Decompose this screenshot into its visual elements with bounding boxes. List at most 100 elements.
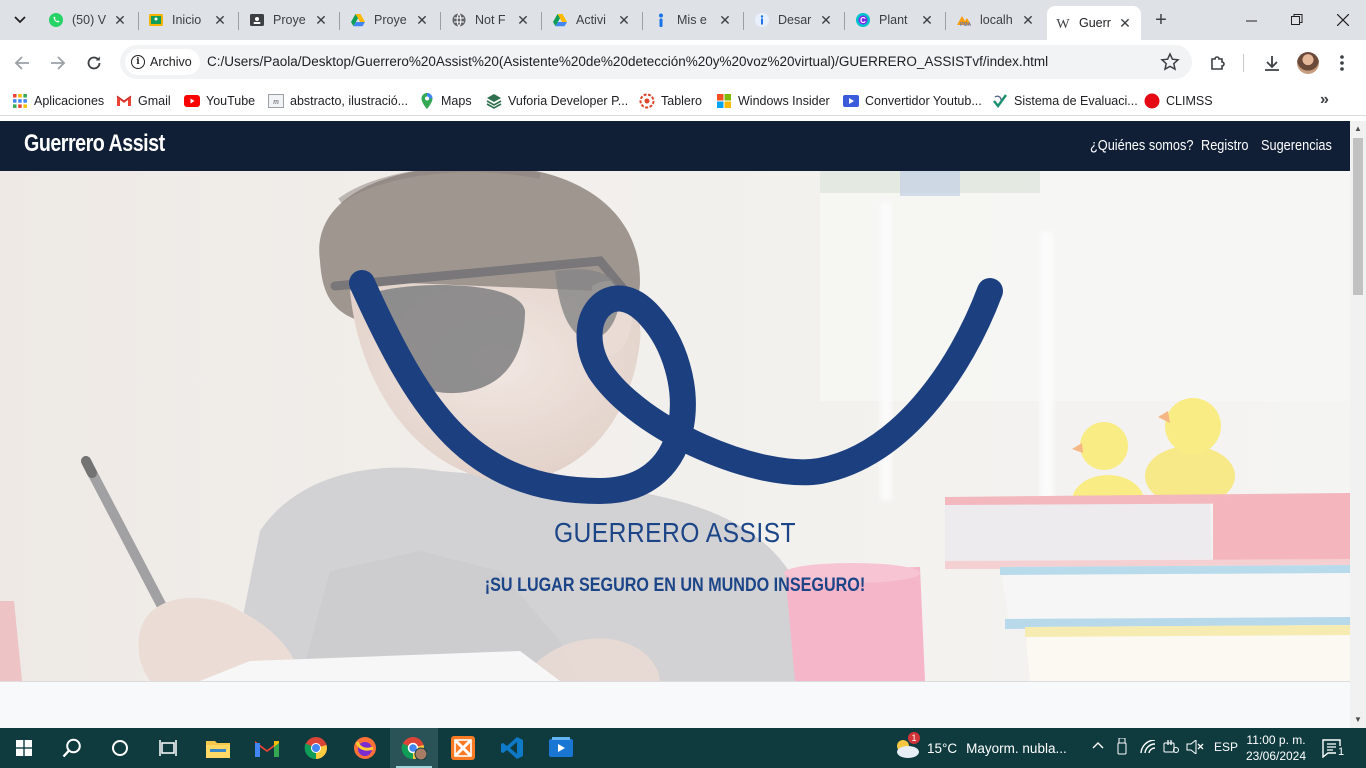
google-drive-icon [552, 12, 568, 28]
tab-actividad[interactable]: Activi ✕ [544, 7, 640, 33]
start-icon [16, 740, 32, 756]
close-tab-icon[interactable]: ✕ [414, 12, 430, 28]
show-hidden-icons-button[interactable] [1092, 738, 1104, 752]
speaker-icon[interactable] [1186, 738, 1204, 757]
task-view-button[interactable] [144, 728, 192, 768]
tab-whatsapp[interactable]: (50) V ✕ [40, 7, 136, 33]
windows-taskbar: 1 15°C Mayorm. nubla... ESP 11:00 p. m. … [0, 728, 1366, 768]
extensions-button[interactable] [1207, 52, 1229, 74]
restore-button[interactable] [1274, 0, 1320, 40]
whatsapp-icon [48, 12, 64, 28]
download-icon [1265, 56, 1279, 71]
url-text[interactable]: C:/Users/Paola/Desktop/Guerrero%20Assist… [207, 54, 1048, 69]
close-window-button[interactable] [1320, 0, 1366, 40]
bookmark-abstracto[interactable]: m abstracto, ilustració... [268, 92, 408, 110]
taskbar-file-explorer[interactable] [194, 728, 242, 768]
nav-sugerencias[interactable]: Sugerencias [1261, 137, 1332, 154]
hero-section: GUERRERO ASSIST ¡SU LUGAR SEGURO EN UN M… [0, 171, 1350, 681]
wifi-icon[interactable] [1140, 739, 1156, 757]
weather-widget[interactable]: 1 15°C Mayorm. nubla... [893, 732, 1067, 760]
taskbar-gmail[interactable] [243, 728, 291, 768]
notification-center-button[interactable]: 1 [1322, 738, 1346, 759]
tab-search-button[interactable] [6, 6, 34, 34]
taskbar-search-button[interactable] [48, 728, 96, 768]
close-tab-icon[interactable]: ✕ [1020, 12, 1036, 28]
bookmark-aplicaciones[interactable]: Aplicaciones [12, 92, 104, 110]
tab-localhost[interactable]: PMA localh ✕ [948, 7, 1044, 33]
cortana-icon [112, 740, 128, 756]
svg-text:W: W [1056, 17, 1070, 31]
tab-inicio[interactable]: Inicio ✕ [140, 7, 236, 33]
taskbar-chrome-profile[interactable] [390, 728, 438, 768]
address-bar[interactable]: i Archivo C:/Users/Paola/Desktop/Guerrer… [120, 45, 1192, 79]
scroll-thumb[interactable] [1353, 138, 1363, 295]
taskbar-media-player[interactable] [537, 728, 585, 768]
svg-text:m: m [273, 97, 279, 106]
bookmark-vuforia[interactable]: Vuforia Developer P... [486, 92, 628, 110]
new-tab-button[interactable]: + [1150, 9, 1172, 31]
close-tab-icon[interactable]: ✕ [919, 12, 935, 28]
close-tab-icon[interactable]: ✕ [515, 12, 531, 28]
tablero-icon [639, 93, 655, 109]
language-indicator[interactable]: ESP [1214, 740, 1238, 754]
bookmark-tablero[interactable]: Tablero [639, 92, 702, 110]
taskbar-clock[interactable]: 11:00 p. m. 23/06/2024 [1240, 732, 1312, 764]
bookmark-youtube[interactable]: YouTube [184, 92, 255, 110]
firefox-icon [354, 737, 376, 759]
bookmark-convertidor[interactable]: Convertidor Youtub... [843, 92, 982, 110]
taskbar-chrome[interactable] [292, 728, 340, 768]
tab-not-found[interactable]: Not F ✕ [443, 7, 539, 33]
site-info-chip[interactable]: i Archivo [125, 49, 200, 75]
tab-mis[interactable]: Mis e ✕ [645, 7, 741, 33]
scroll-up-arrow-icon[interactable]: ▲ [1350, 121, 1366, 137]
bookmark-sistema-evaluacion[interactable]: Sistema de Evaluaci... [992, 92, 1138, 110]
close-tab-icon[interactable]: ✕ [212, 12, 228, 28]
bookmark-star-icon[interactable] [1160, 52, 1180, 72]
close-tab-icon[interactable]: ✕ [818, 12, 834, 28]
phpmyadmin-icon: PMA [956, 12, 972, 28]
start-button[interactable] [0, 728, 48, 768]
taskbar-vscode[interactable] [488, 728, 536, 768]
menu-button[interactable] [1336, 52, 1348, 74]
minimize-button[interactable] [1228, 0, 1274, 40]
classroom-icon [148, 12, 164, 28]
cortana-button[interactable] [96, 728, 144, 768]
taskbar-firefox[interactable] [341, 728, 389, 768]
vscode-icon [501, 737, 523, 759]
more-bookmarks-icon[interactable]: » [1320, 91, 1329, 109]
bookmark-climss[interactable]: CLIMSS [1144, 92, 1213, 110]
chrome-profile-icon [401, 737, 427, 760]
scroll-down-arrow-icon[interactable]: ▼ [1350, 712, 1366, 728]
nav-registro[interactable]: Registro [1201, 137, 1248, 154]
close-tab-icon[interactable]: ✕ [616, 12, 632, 28]
bookmark-maps[interactable]: Maps [419, 92, 472, 110]
taskbar-xampp[interactable] [439, 728, 487, 768]
tab-guerrero-assist[interactable]: W Guerr ✕ [1047, 6, 1141, 40]
close-tab-icon[interactable]: ✕ [313, 12, 329, 28]
site-brand[interactable]: Guerrero Assist [24, 130, 165, 158]
bookmark-gmail[interactable]: Gmail [116, 92, 171, 110]
bookmarks-bar: Aplicaciones Gmail YouTube m abstracto, … [0, 86, 1366, 116]
tab-plantilla[interactable]: C Plant ✕ [847, 7, 943, 33]
chevron-down-icon [14, 16, 26, 24]
tab-desarrollo[interactable]: Desar ✕ [746, 7, 842, 33]
downloads-button[interactable] [1261, 52, 1283, 74]
forward-button[interactable] [44, 49, 72, 77]
more-vertical-icon [1340, 55, 1344, 71]
battery-icon[interactable] [1163, 740, 1179, 757]
usb-tray-icon[interactable] [1117, 737, 1127, 759]
close-tab-icon[interactable]: ✕ [112, 12, 128, 28]
bookmark-windows-insider[interactable]: Windows Insider [716, 92, 830, 110]
vuforia-icon [486, 93, 502, 109]
profile-avatar[interactable] [1297, 52, 1319, 74]
xampp-icon [451, 736, 475, 760]
tab-proyecto-1[interactable]: Proye ✕ [241, 7, 337, 33]
page-scrollbar[interactable]: ▲ ▼ [1350, 121, 1366, 728]
tab-proyecto-2[interactable]: Proye ✕ [342, 7, 438, 33]
close-tab-icon[interactable]: ✕ [1117, 15, 1133, 31]
nav-quienes-somos[interactable]: ¿Quiénes somos? [1090, 137, 1193, 154]
site-navbar: Guerrero Assist ¿Quiénes somos? Registro… [0, 121, 1350, 171]
reload-button[interactable] [80, 49, 108, 77]
close-tab-icon[interactable]: ✕ [717, 12, 733, 28]
back-button[interactable] [8, 49, 36, 77]
